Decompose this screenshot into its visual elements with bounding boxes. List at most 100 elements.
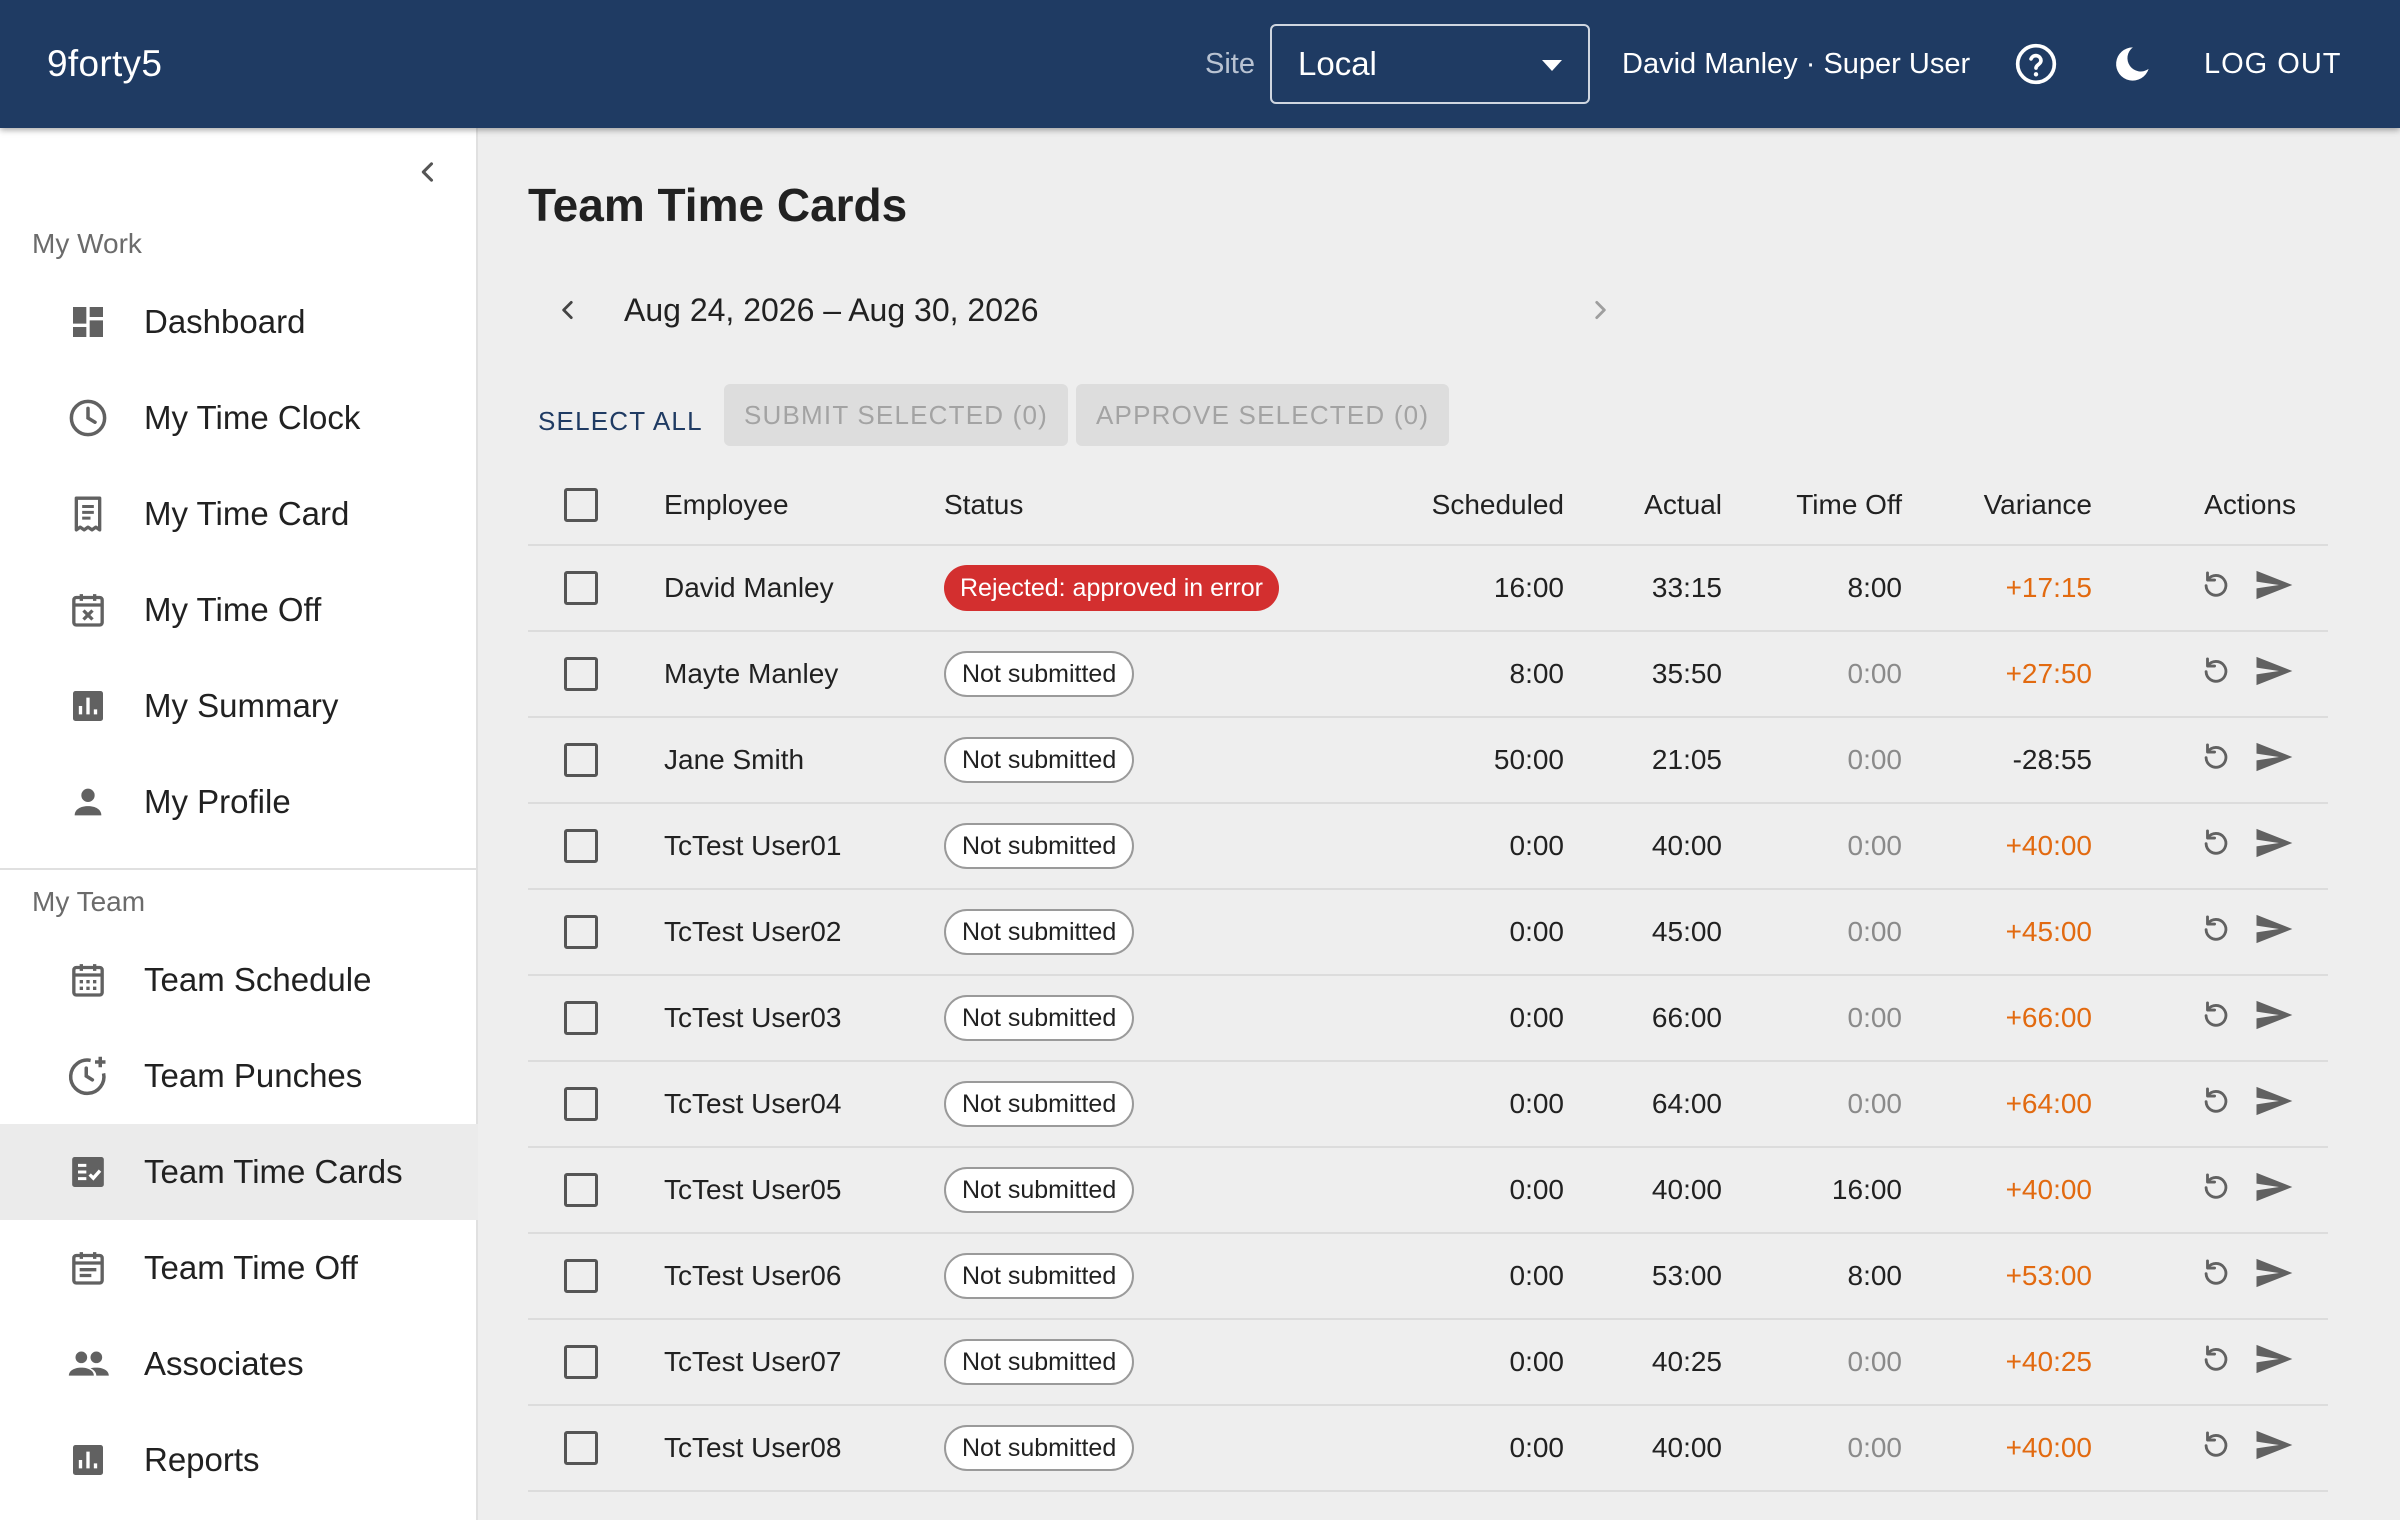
row-actions [2180,890,2296,974]
row-checkbox-cell [564,890,600,974]
column-header-status[interactable]: Status [944,466,1023,544]
scheduled-hours: 16:00 [1493,572,1564,603]
reset-button[interactable] [2194,566,2238,610]
row-checkbox[interactable] [564,1087,598,1121]
row-checkbox[interactable] [564,743,598,777]
sidebar-item-reports[interactable]: Reports [0,1412,478,1508]
row-checkbox[interactable] [564,1173,598,1207]
sidebar-item-team-time-off[interactable]: Team Time Off [0,1220,478,1316]
table-row: TcTest User05 Not submitted 0:00 40:00 16:00… [528,1148,2328,1234]
status-cell: Not submitted [944,1320,1135,1404]
reset-icon [2199,1170,2233,1211]
column-header-variance[interactable]: Variance [1984,466,2092,544]
reset-button[interactable] [2194,824,2238,868]
sidebar-item-label: Team Time Off [144,1249,358,1286]
sidebar-item-label: My Profile [144,783,291,820]
main-content: Team Time Cards Aug 24, 2026 – Aug 30, 2… [480,128,2400,1520]
submit-button[interactable] [2252,1254,2296,1298]
actual-hours: 40:00 [1651,1174,1722,1205]
row-checkbox[interactable] [564,1259,598,1293]
sidebar-item-my-summary[interactable]: My Summary [0,658,478,754]
send-icon [2254,998,2294,1039]
next-week-button[interactable] [1580,290,1620,330]
reset-button[interactable] [2194,1340,2238,1384]
select-all-checkbox-cell [564,466,600,544]
variance: +27:50 [2005,658,2092,689]
reset-icon [2199,568,2233,609]
sidebar-item-dashboard[interactable]: Dashboard [0,274,478,370]
reset-button[interactable] [2194,652,2238,696]
column-header-employee[interactable]: Employee [664,466,789,544]
brand-logo[interactable]: 9forty5 [47,43,162,85]
submit-button[interactable] [2252,1168,2296,1212]
sidebar-item-my-profile[interactable]: My Profile [0,754,478,850]
reset-button[interactable] [2194,738,2238,782]
variance: +45:00 [2005,916,2092,947]
status-cell: Not submitted [944,1406,1135,1490]
row-checkbox[interactable] [564,1001,598,1035]
column-header-actual[interactable]: Actual [1644,466,1722,544]
sidebar-item-label: My Time Off [144,591,322,628]
row-checkbox[interactable] [564,657,598,691]
collapse-sidebar-button[interactable] [408,152,448,192]
reset-button[interactable] [2194,1082,2238,1126]
row-checkbox-cell [564,1406,600,1490]
help-icon [2015,43,2057,85]
submit-button[interactable] [2252,996,2296,1040]
submit-button[interactable] [2252,824,2296,868]
page-title: Team Time Cards [528,179,908,231]
scheduled-hours: 0:00 [1509,1432,1565,1463]
variance: +64:00 [2005,1088,2092,1119]
sidebar-item-associates[interactable]: Associates [0,1316,478,1412]
reset-button[interactable] [2194,996,2238,1040]
sidebar-item-my-time-clock[interactable]: My Time Clock [0,370,478,466]
row-actions [2180,546,2296,630]
row-actions [2180,1234,2296,1318]
submit-button[interactable] [2252,910,2296,954]
time-off-hours: 0:00 [1847,1002,1903,1033]
status-badge: Not submitted [944,651,1135,697]
logout-button[interactable]: LOG OUT [2204,48,2342,81]
submit-selected-button[interactable]: SUBMIT SELECTED (0) [724,384,1069,446]
reset-button[interactable] [2194,910,2238,954]
sidebar-item-team-schedule[interactable]: Team Schedule [0,932,478,1028]
row-checkbox[interactable] [564,829,598,863]
site-select[interactable]: Local [1270,24,1590,104]
row-checkbox[interactable] [564,915,598,949]
table-row: TcTest User03 Not submitted 0:00 66:00 0:00 +… [528,976,2328,1062]
reset-button[interactable] [2194,1426,2238,1470]
dashboard-icon [64,302,112,342]
sidebar-item-my-time-card[interactable]: My Time Card [0,466,478,562]
previous-week-button[interactable] [548,290,588,330]
status-badge: Not submitted [944,737,1135,783]
submit-button[interactable] [2252,1082,2296,1126]
approve-selected-button[interactable]: APPROVE SELECTED (0) [1076,384,1450,446]
row-checkbox[interactable] [564,1345,598,1379]
send-icon [2254,568,2294,609]
submit-button[interactable] [2252,652,2296,696]
sidebar-item-team-time-cards[interactable]: Team Time Cards [0,1124,478,1220]
submit-button[interactable] [2252,566,2296,610]
sidebar-divider [0,868,478,870]
column-header-time-off[interactable]: Time Off [1796,466,1902,544]
sidebar-item-label: Team Punches [144,1057,363,1094]
reset-button[interactable] [2194,1168,2238,1212]
reset-button[interactable] [2194,1254,2238,1298]
row-checkbox[interactable] [564,1431,598,1465]
sidebar-item-team-punches[interactable]: Team Punches [0,1028,478,1124]
status-cell: Not submitted [944,1148,1135,1232]
help-button[interactable] [2012,40,2060,88]
row-actions [2180,1062,2296,1146]
dark-mode-toggle[interactable] [2108,40,2156,88]
submit-button[interactable] [2252,738,2296,782]
submit-button[interactable] [2252,1340,2296,1384]
calendar-grid-icon [64,960,112,1000]
row-checkbox[interactable] [564,571,598,605]
select-all-button[interactable]: SELECT ALL [538,398,703,445]
sidebar-item-my-time-off[interactable]: My Time Off [0,562,478,658]
select-all-checkbox[interactable] [564,488,598,522]
column-header-scheduled[interactable]: Scheduled [1432,466,1564,544]
submit-button[interactable] [2252,1426,2296,1470]
sidebar-item-label: Team Time Cards [144,1153,403,1190]
employee-name: TcTest User06 [664,1260,842,1291]
